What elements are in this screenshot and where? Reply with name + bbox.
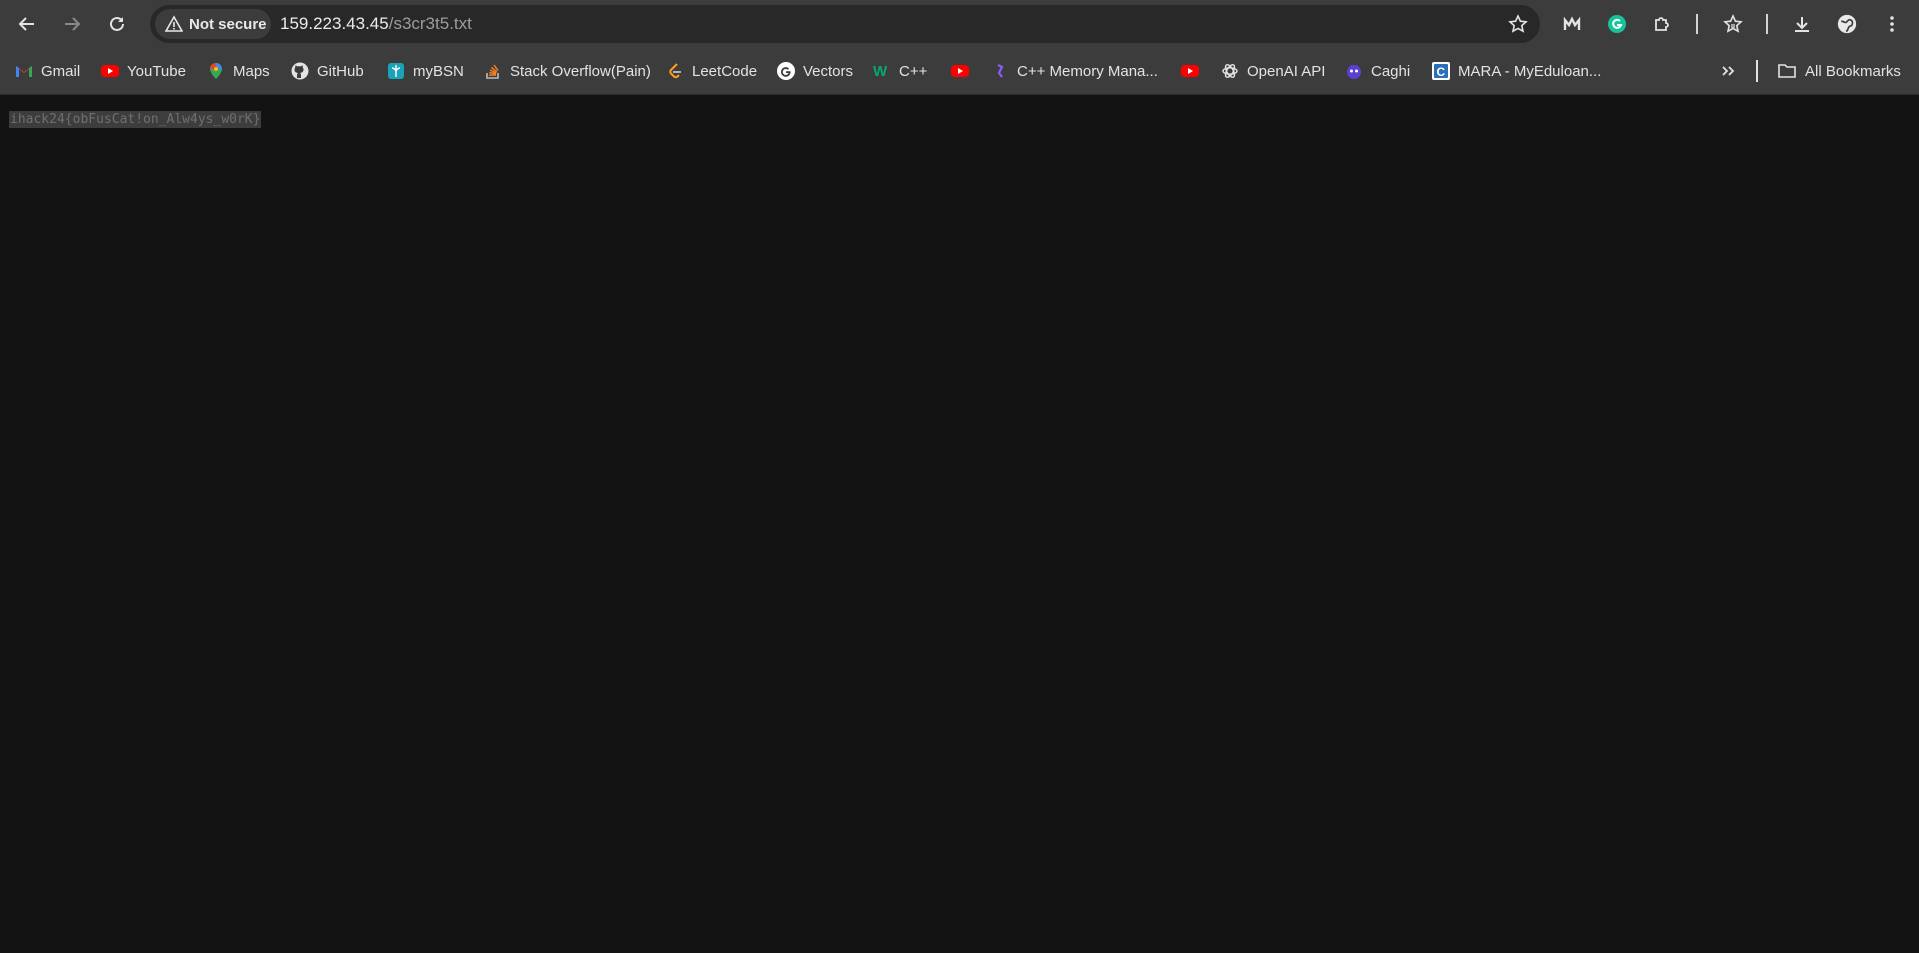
bookmarks-separator xyxy=(1756,60,1758,82)
puzzle-icon xyxy=(1655,17,1669,31)
bookmark-label: Caghi xyxy=(1371,62,1411,80)
bookmark-github[interactable]: GitHub xyxy=(291,58,364,84)
bookmark-youtube-2[interactable] xyxy=(951,58,977,84)
bookmark-label: MARA - MyEduloan... xyxy=(1458,62,1602,80)
extensions-button[interactable] xyxy=(1644,6,1680,42)
reload-icon xyxy=(110,16,124,31)
grammarly-extension[interactable] xyxy=(1599,6,1635,42)
youtube-icon xyxy=(1181,65,1199,77)
bookmark-label: GitHub xyxy=(317,62,364,80)
bookmark-label: Gmail xyxy=(41,62,81,80)
all-bookmarks-button[interactable]: All Bookmarks xyxy=(1777,58,1901,84)
bookmark-youtube[interactable]: YouTube xyxy=(101,58,186,84)
bookmark-label: YouTube xyxy=(127,62,186,80)
kebab-menu-icon xyxy=(1890,16,1894,32)
avatar-icon xyxy=(1837,14,1857,34)
mara-icon: C xyxy=(1432,62,1450,80)
bookmark-openai[interactable]: OpenAI API xyxy=(1221,58,1325,84)
bookmark-label: OpenAI API xyxy=(1247,62,1326,80)
w3schools-icon: W xyxy=(873,63,888,80)
caghi-icon xyxy=(1347,64,1361,79)
url-host: 159.223.43.45 xyxy=(280,14,389,33)
reading-list-button[interactable] xyxy=(1715,6,1751,42)
svg-text:C: C xyxy=(1437,65,1446,79)
openai-icon xyxy=(1222,64,1238,78)
url-text[interactable]: 159.223.43.45/s3cr3t5.txt xyxy=(280,5,472,43)
back-button[interactable] xyxy=(9,6,45,42)
reload-button[interactable] xyxy=(99,6,135,42)
youtube-icon xyxy=(951,65,969,77)
address-bar[interactable]: Not secure 159.223.43.45/s3cr3t5.txt xyxy=(150,5,1540,43)
browser-toolbar: Not secure 159.223.43.45/s3cr3t5.txt xyxy=(0,0,1919,48)
bookmark-caghi[interactable]: Caghi xyxy=(1345,58,1410,84)
bookmarks-overflow-button[interactable] xyxy=(1719,58,1737,84)
bookmark-label: Stack Overflow(Pain) xyxy=(510,62,651,80)
back-arrow-icon xyxy=(18,17,34,31)
bookmark-gmail[interactable]: Gmail xyxy=(15,58,80,84)
bookmark-label: LeetCode xyxy=(692,62,758,80)
menu-button[interactable] xyxy=(1874,6,1910,42)
bookmark-mybsn[interactable]: myBSN xyxy=(387,58,464,84)
bookmark-stackoverflow[interactable]: Stack Overflow(Pain) xyxy=(484,58,651,84)
download-icon xyxy=(1795,17,1809,32)
bookmark-leetcode[interactable]: LeetCode xyxy=(666,58,757,84)
bookmark-youtube-3[interactable] xyxy=(1181,58,1207,84)
all-bookmarks-label: All Bookmarks xyxy=(1805,62,1901,80)
bookmark-maps[interactable]: Maps xyxy=(207,58,270,84)
forward-arrow-icon xyxy=(65,17,81,31)
github-icon xyxy=(291,62,309,80)
url-path: /s3cr3t5.txt xyxy=(388,14,472,33)
toolbar-separator xyxy=(1766,14,1768,34)
star-list-icon xyxy=(1723,14,1743,33)
site-icon xyxy=(997,64,1004,78)
grammarly-icon xyxy=(1608,15,1626,33)
maps-icon xyxy=(210,63,222,79)
bookmark-cpp[interactable]: W C++ xyxy=(873,58,927,84)
bookmark-mara[interactable]: C MARA - MyEduloan... xyxy=(1432,58,1601,84)
chevron-double-right-icon xyxy=(1722,66,1735,76)
page-content: ihack24{obFusCat!on_Alw4ys_w0rK} xyxy=(0,95,1919,953)
bookmark-cpp-memory[interactable]: C++ Memory Mana... xyxy=(991,58,1158,84)
leetcode-icon xyxy=(669,63,681,79)
bookmarks-bar: Gmail YouTube Maps GitHub myBSN Stack Ov… xyxy=(0,48,1919,95)
bookmark-vectors[interactable]: Vectors xyxy=(777,58,853,84)
security-label: Not secure xyxy=(189,15,267,33)
svg-text:W: W xyxy=(873,63,888,80)
youtube-icon xyxy=(101,65,119,77)
malwarebytes-extension[interactable] xyxy=(1554,6,1590,42)
bookmark-label: Maps xyxy=(233,62,270,80)
forward-button[interactable] xyxy=(54,6,90,42)
profile-button[interactable] xyxy=(1829,6,1865,42)
bookmark-label: Vectors xyxy=(803,62,854,80)
gmail-icon xyxy=(16,66,32,77)
stackoverflow-icon xyxy=(486,64,499,79)
malwarebytes-icon xyxy=(1563,16,1581,30)
toolbar-separator xyxy=(1696,14,1698,34)
warning-icon xyxy=(165,15,183,32)
mybsn-icon xyxy=(388,63,404,79)
downloads-button[interactable] xyxy=(1784,6,1820,42)
bookmark-label: myBSN xyxy=(413,62,464,80)
google-icon xyxy=(777,62,795,80)
bookmark-label: C++ Memory Mana... xyxy=(1017,62,1158,80)
folder-icon xyxy=(1778,64,1796,78)
bookmark-star-icon[interactable] xyxy=(1508,14,1528,34)
bookmark-label: C++ xyxy=(899,62,928,80)
selected-text-content[interactable]: ihack24{obFusCat!on_Alw4ys_w0rK} xyxy=(9,111,262,128)
security-chip[interactable]: Not secure xyxy=(155,9,271,39)
